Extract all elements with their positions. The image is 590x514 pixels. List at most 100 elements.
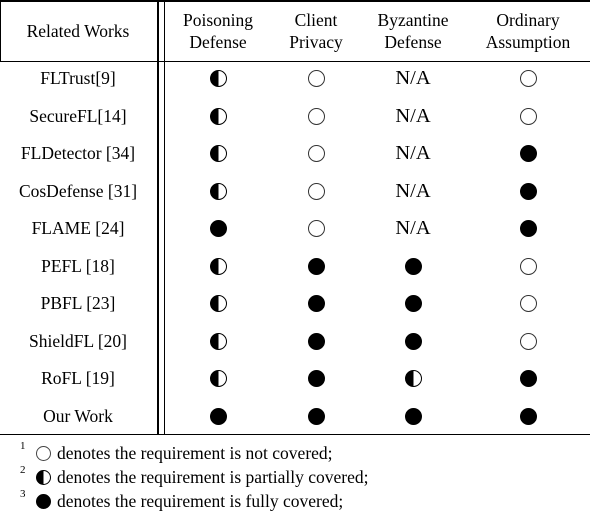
filled-circle-icon [307, 257, 325, 275]
half-filled-circle-icon [209, 257, 227, 275]
empty-circle-icon [307, 145, 325, 162]
empty-circle-icon [519, 332, 537, 350]
privacy-coverage-cell [271, 398, 361, 435]
ordinary-coverage-cell [468, 210, 588, 247]
empty-circle-icon [307, 70, 325, 87]
empty-circle-icon [519, 70, 537, 87]
filled-circle-icon [209, 407, 227, 425]
byzantine-coverage-cell [358, 285, 468, 322]
not-applicable-cell: N/A [395, 179, 431, 202]
privacy-coverage-cell [271, 135, 361, 172]
column-header-line: Defense [384, 32, 442, 52]
ordinary-coverage-cell [468, 98, 588, 135]
privacy-coverage-cell [271, 323, 361, 360]
poisoning-coverage-cell [163, 398, 273, 435]
privacy-coverage-cell [271, 285, 361, 322]
privacy-coverage-cell [271, 210, 361, 247]
column-header-work: Related Works [3, 6, 153, 56]
column-header-line: Ordinary [496, 10, 560, 30]
empty-circle-icon [519, 295, 537, 312]
poisoning-coverage-cell [163, 173, 273, 210]
privacy-coverage-cell [271, 60, 361, 97]
privacy-coverage-cell [271, 173, 361, 210]
filled-circle-icon [519, 407, 537, 425]
work-name-cell: ShieldFL [20] [28, 330, 128, 351]
privacy-coverage-cell [271, 248, 361, 285]
half-filled-circle-icon [209, 107, 227, 125]
work-name-cell: SecureFL[14] [29, 105, 127, 126]
footnote-text: denotes the requirement is not covered; [57, 442, 333, 463]
filled-circle-icon [404, 332, 422, 350]
work-name-cell: PEFL [18] [41, 255, 115, 276]
poisoning-coverage-cell [163, 323, 273, 360]
footnote: 1 denotes the requirement is not covered; [20, 440, 333, 464]
footnote: 3 denotes the requirement is fully covere… [20, 488, 343, 512]
poisoning-coverage-cell [163, 360, 273, 397]
column-header-line: Byzantine [377, 10, 449, 30]
empty-circle-icon [307, 182, 325, 200]
half-filled-circle-icon [36, 469, 51, 485]
filled-circle-icon [36, 493, 51, 509]
column-header-poisoning: Poisoning Defense [163, 6, 273, 56]
filled-circle-icon [404, 295, 422, 312]
ordinary-coverage-cell [468, 135, 588, 172]
work-name-cell: Our Work [43, 405, 113, 426]
byzantine-coverage-cell [358, 248, 468, 285]
half-filled-circle-icon [209, 70, 227, 87]
work-name-cell: FLDetector [34] [20, 143, 136, 163]
poisoning-coverage-cell [163, 210, 273, 247]
left-edge-line [0, 0, 1, 62]
empty-circle-icon [519, 107, 537, 125]
work-name-cell: FLAME [24] [31, 218, 125, 238]
filled-circle-icon [307, 370, 325, 387]
filled-circle-icon [404, 407, 422, 425]
half-filled-circle-icon [209, 145, 227, 162]
poisoning-coverage-cell [163, 98, 273, 135]
ordinary-coverage-cell [468, 60, 588, 97]
footnote-number: 2 [20, 464, 26, 476]
column-header-line: Assumption [485, 32, 571, 52]
empty-circle-icon [307, 107, 325, 125]
not-applicable-cell: N/A [395, 67, 431, 89]
privacy-coverage-cell [271, 98, 361, 135]
ordinary-coverage-cell [468, 285, 588, 322]
filled-circle-icon [519, 182, 537, 200]
poisoning-coverage-cell [163, 248, 273, 285]
empty-circle-icon [519, 257, 537, 275]
filled-circle-icon [307, 407, 325, 425]
privacy-coverage-cell [271, 360, 361, 397]
half-filled-circle-icon [209, 332, 227, 350]
half-filled-circle-icon [209, 295, 227, 312]
column-divider-1 [157, 0, 159, 435]
column-header-line: Privacy [289, 32, 343, 52]
half-filled-circle-icon [209, 182, 227, 200]
byzantine-coverage-cell [358, 323, 468, 360]
top-rule [0, 0, 590, 2]
column-header-ordinary: Ordinary Assumption [468, 6, 588, 56]
work-name-cell: RoFL [19] [41, 368, 115, 388]
ordinary-coverage-cell [468, 398, 588, 435]
column-header-byzantine: Byzantine Defense [358, 6, 468, 56]
footnote-text: denotes the requirement is partially cov… [57, 466, 369, 487]
work-name-cell: FLTrust[9] [40, 68, 116, 88]
footnote-number: 3 [20, 488, 26, 500]
ordinary-coverage-cell [468, 360, 588, 397]
column-header-privacy: Client Privacy [271, 6, 361, 56]
footnote: 2 denotes the requirement is partially co… [20, 464, 369, 488]
column-header-line: Poisoning [182, 10, 254, 30]
work-name-cell: CosDefense [31] [18, 180, 138, 201]
not-applicable-cell: N/A [395, 104, 431, 127]
column-header-line: Defense [189, 32, 247, 52]
not-applicable-cell: N/A [395, 217, 431, 239]
column-header-line: Client [294, 10, 338, 30]
footnote-number: 1 [20, 440, 26, 452]
filled-circle-icon [307, 295, 325, 312]
byzantine-coverage-cell [358, 398, 468, 435]
not-applicable-cell: N/A [395, 142, 431, 164]
poisoning-coverage-cell [163, 60, 273, 97]
filled-circle-icon [519, 145, 537, 162]
ordinary-coverage-cell [468, 248, 588, 285]
work-name-cell: PBFL [23] [40, 293, 116, 313]
half-filled-circle-icon [404, 370, 422, 387]
filled-circle-icon [519, 220, 537, 237]
